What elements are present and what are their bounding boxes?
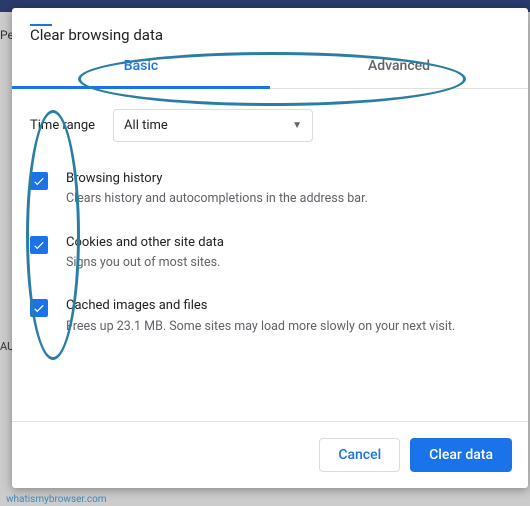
tab-basic[interactable]: Basic bbox=[12, 46, 270, 88]
option-title: Cached images and files bbox=[66, 297, 455, 315]
dialog-footer: Cancel Clear data bbox=[12, 421, 528, 488]
option-cookies: Cookies and other site data Signs you ou… bbox=[30, 224, 510, 288]
option-desc: Signs you out of most sites. bbox=[66, 254, 224, 272]
option-title: Cookies and other site data bbox=[66, 234, 224, 252]
title-accent bbox=[30, 24, 52, 26]
checkbox-cache[interactable] bbox=[30, 299, 48, 317]
option-cache: Cached images and files Frees up 23.1 MB… bbox=[30, 287, 510, 351]
time-range-select[interactable]: All time ▼ bbox=[113, 109, 313, 142]
check-icon bbox=[32, 174, 46, 188]
watermark: whatismybrowser.com bbox=[6, 494, 107, 505]
check-icon bbox=[32, 301, 46, 315]
checkbox-cookies[interactable] bbox=[30, 236, 48, 254]
cancel-button[interactable]: Cancel bbox=[319, 438, 400, 472]
check-icon bbox=[32, 238, 46, 252]
time-range-row: Time range All time ▼ bbox=[30, 109, 510, 142]
clear-data-button[interactable]: Clear data bbox=[410, 438, 512, 472]
chevron-down-icon: ▼ bbox=[292, 120, 302, 131]
clear-browsing-data-dialog: Clear browsing data Basic Advanced Time … bbox=[12, 8, 528, 488]
dialog-body: Time range All time ▼ Browsing history C… bbox=[12, 89, 528, 421]
option-desc: Frees up 23.1 MB. Some sites may load mo… bbox=[66, 318, 455, 336]
checkbox-browsing-history[interactable] bbox=[30, 172, 48, 190]
time-range-value: All time bbox=[124, 118, 168, 133]
tab-advanced[interactable]: Advanced bbox=[270, 46, 528, 88]
tabs: Basic Advanced bbox=[12, 46, 528, 89]
option-desc: Clears history and autocompletions in th… bbox=[66, 190, 368, 208]
time-range-label: Time range bbox=[30, 118, 95, 133]
option-title: Browsing history bbox=[66, 170, 368, 188]
dialog-title: Clear browsing data bbox=[12, 8, 528, 50]
option-browsing-history: Browsing history Clears history and auto… bbox=[30, 160, 510, 224]
